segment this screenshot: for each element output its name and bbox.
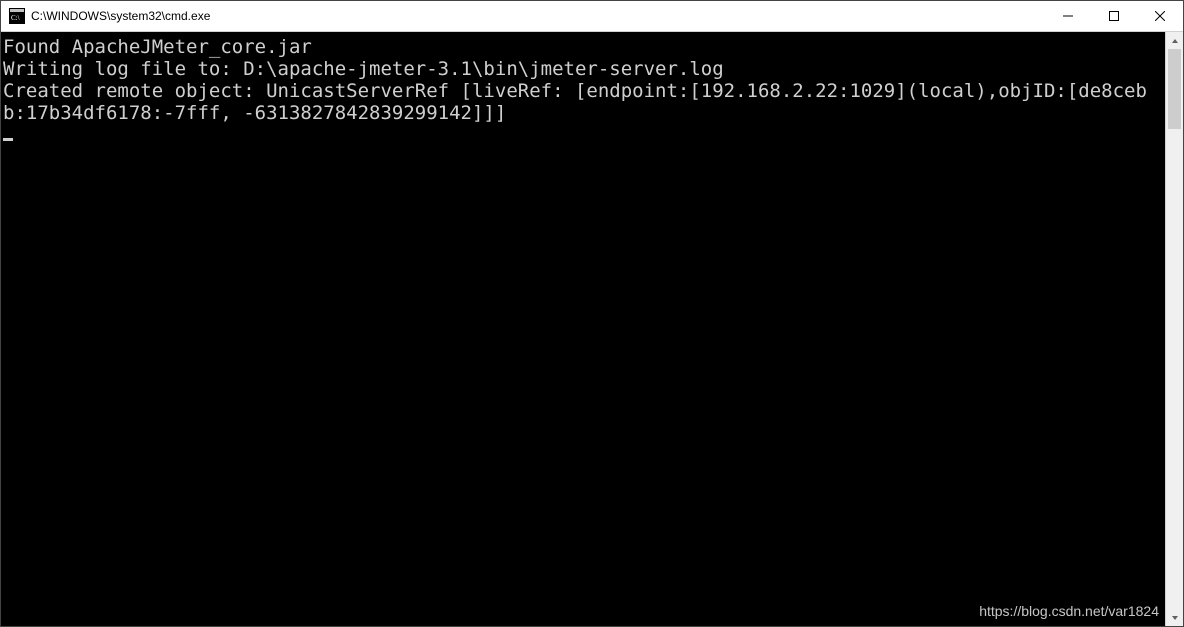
cmd-window: C:\ C:\WINDOWS\system32\cmd.exe Found Ap… [0, 0, 1184, 627]
watermark: https://blog.csdn.net/var1824 [979, 600, 1159, 622]
client-area: Found ApacheJMeter_core.jar Writing log … [1, 32, 1183, 626]
scroll-thumb[interactable] [1168, 49, 1181, 129]
console-output[interactable]: Found ApacheJMeter_core.jar Writing log … [1, 32, 1165, 626]
vertical-scrollbar[interactable] [1165, 32, 1183, 626]
scroll-up-arrow[interactable] [1166, 32, 1183, 49]
maximize-button[interactable] [1091, 1, 1137, 31]
window-controls [1045, 1, 1183, 31]
window-title: C:\WINDOWS\system32\cmd.exe [31, 9, 210, 23]
titlebar[interactable]: C:\ C:\WINDOWS\system32\cmd.exe [1, 1, 1183, 32]
console-line: Created remote object: UnicastServerRef … [3, 80, 1147, 124]
cmd-icon: C:\ [9, 8, 25, 24]
scroll-down-arrow[interactable] [1166, 609, 1183, 626]
svg-text:C:\: C:\ [11, 14, 20, 22]
close-button[interactable] [1137, 1, 1183, 31]
console-line: Found ApacheJMeter_core.jar [3, 36, 312, 58]
console-line: Writing log file to: D:\apache-jmeter-3.… [3, 58, 724, 80]
cursor [3, 138, 13, 141]
minimize-button[interactable] [1045, 1, 1091, 31]
